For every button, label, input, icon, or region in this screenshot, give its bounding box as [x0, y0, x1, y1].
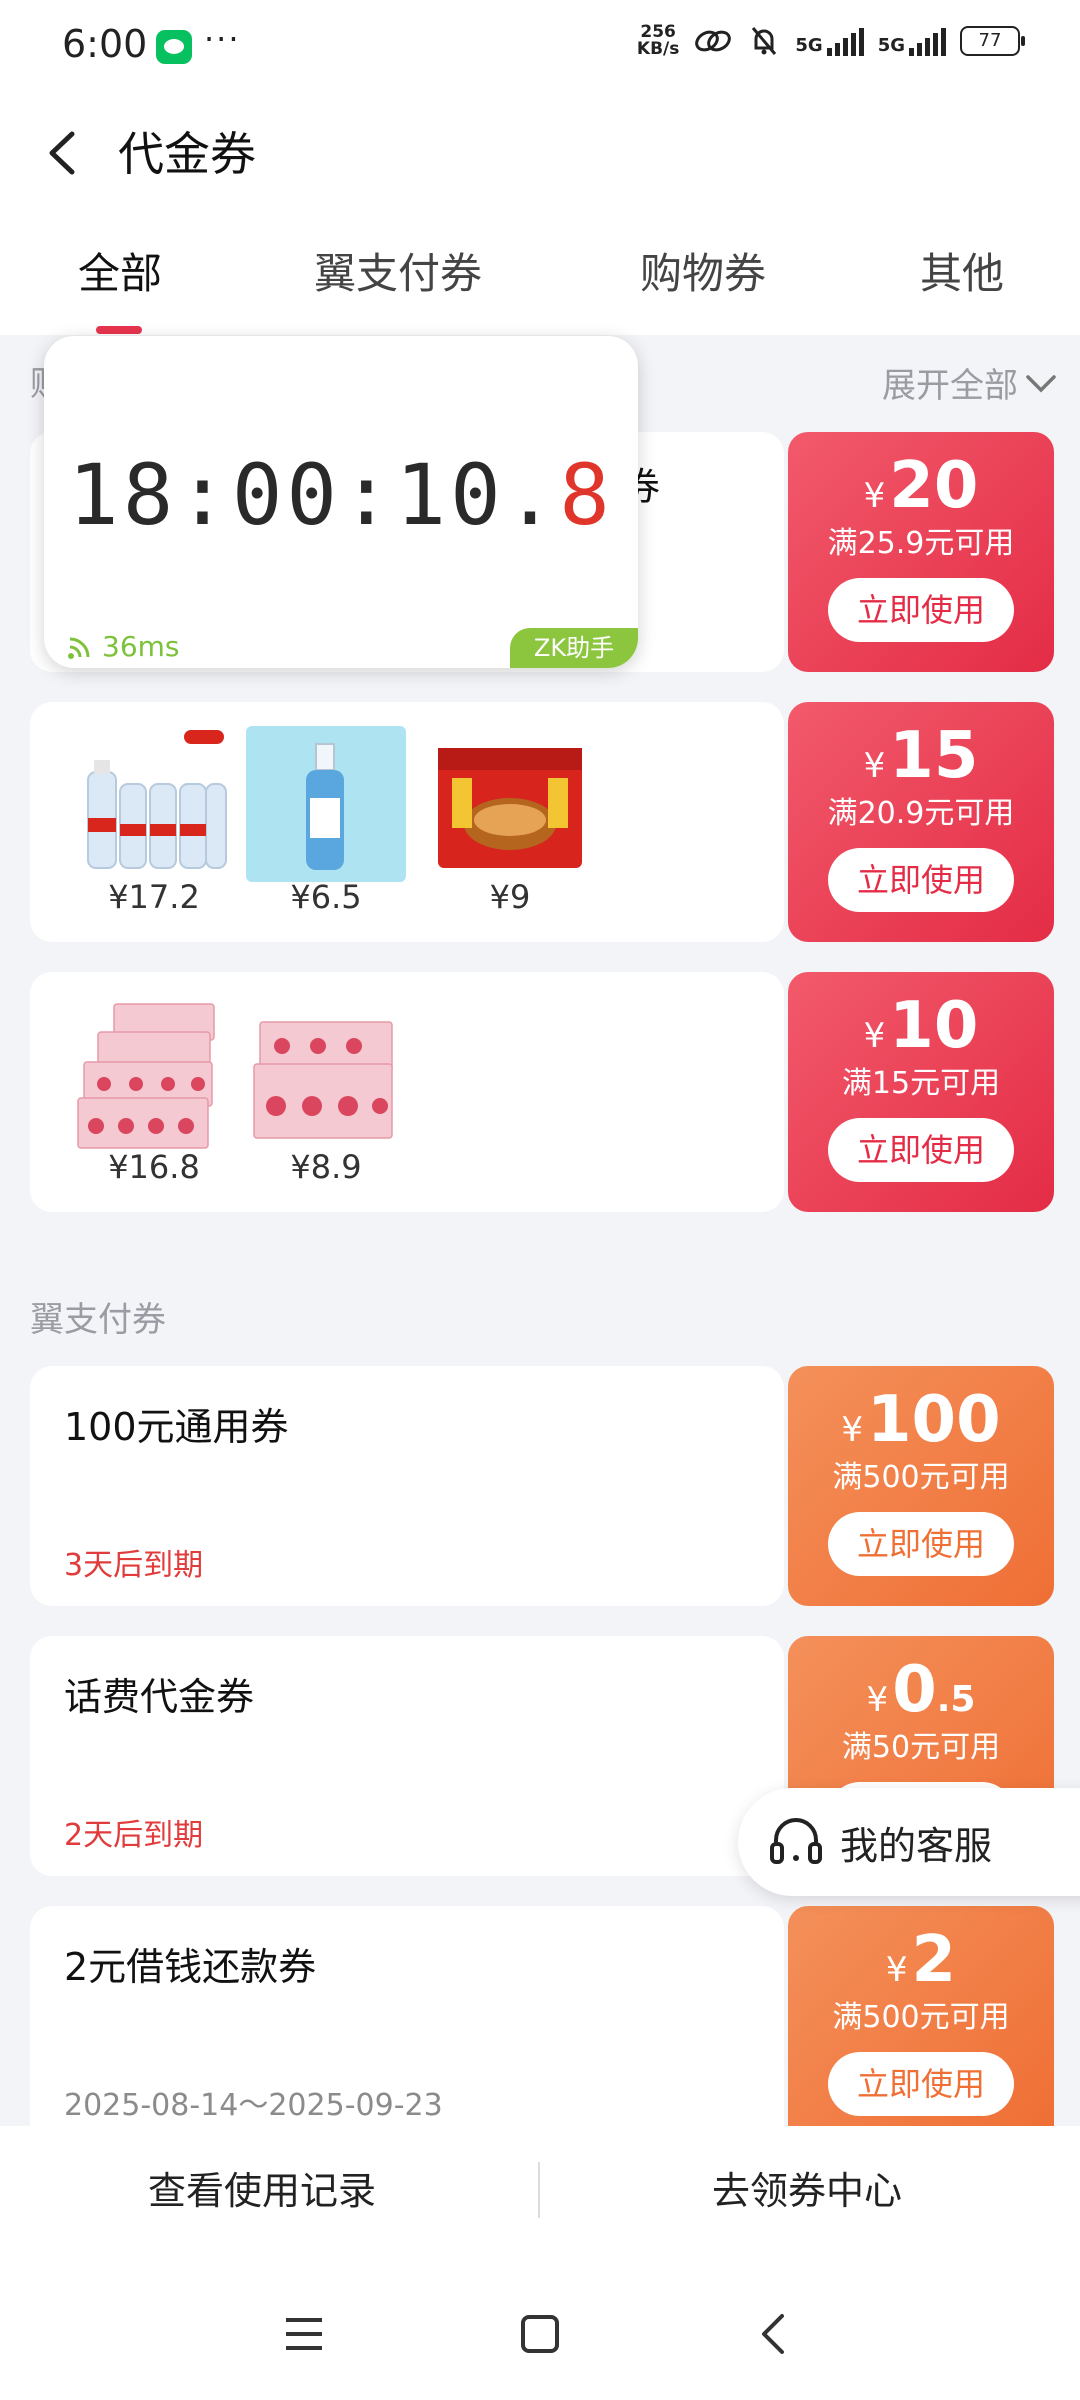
use-now-button[interactable]: 立即使用 [828, 848, 1014, 912]
use-now-button[interactable]: 立即使用 [828, 1512, 1014, 1576]
juice-box-pack-product-image [253, 1021, 393, 1139]
use-now-button[interactable]: 立即使用 [828, 1118, 1014, 1182]
coupon-amount: 10 [889, 989, 979, 1063]
coupon-card-shopping-3[interactable]: ¥16.8 ¥8.9 [30, 972, 784, 1212]
coupon-card-shopping-2[interactable]: ¥17.2 ¥6.5 ¥9 [30, 702, 784, 942]
coupon-expiry: 2天后到期 [64, 1818, 204, 1853]
tab-all[interactable]: 全部 [78, 240, 162, 301]
coupon-value-panel-2: ¥15 满20.9元可用 立即使用 [788, 702, 1054, 942]
coupon-condition: 满25.9元可用 [827, 526, 1015, 561]
wechat-icon [156, 30, 192, 64]
signal-icon-2 [909, 26, 946, 56]
product-price: ¥16.8 [108, 1148, 200, 1186]
menu-nav-icon[interactable] [284, 2316, 324, 2352]
product-price: ¥8.9 [290, 1148, 362, 1186]
timer-overlay[interactable]: 18:00:10.8 36ms ZK助手 [44, 336, 638, 668]
latency-indicator: 36ms [66, 630, 180, 663]
coupon-amount: 20 [889, 449, 979, 523]
coupon-validity-dates: 2025-08-14～2025-09-23 [64, 2088, 443, 2123]
section-label-pay: 翼支付券 [30, 1300, 166, 1340]
coupon-condition: 满15元可用 [841, 1066, 1001, 1101]
chevron-down-icon [1026, 374, 1056, 392]
bottom-divider [538, 2162, 540, 2218]
expand-all-button[interactable]: 展开全部 [882, 358, 1058, 407]
juice-boxes-product-image [77, 1003, 215, 1149]
coupon-amount: 100 [867, 1383, 1001, 1457]
sim2-label: 5G [877, 35, 905, 56]
coupon-value-panel-6: ¥2 满500元可用 立即使用 [788, 1906, 1054, 2126]
customer-service-button[interactable]: 我的客服 [738, 1788, 1080, 1896]
coupon-title: 100元通用券 [64, 1405, 289, 1449]
coupon-condition: 满500元可用 [832, 2000, 1010, 2035]
coupon-value-panel-4: ¥100 满500元可用 立即使用 [788, 1366, 1054, 1606]
coupon-condition: 满50元可用 [841, 1730, 1001, 1765]
coupon-title: 话费代金券 [64, 1675, 255, 1719]
product-price: ¥17.2 [108, 878, 200, 916]
timer-clock: 18:00:10.8 [68, 446, 614, 544]
coupon-amount: 15 [889, 719, 979, 793]
wifi-signal-icon [68, 637, 90, 659]
tab-pay-coupons[interactable]: 翼支付券 [314, 240, 482, 301]
tab-other[interactable]: 其他 [920, 240, 1004, 301]
expand-all-label: 展开全部 [882, 366, 1018, 406]
sim1-label: 5G [795, 35, 823, 56]
coupon-condition: 满500元可用 [832, 1460, 1010, 1495]
use-now-button[interactable]: 立即使用 [828, 578, 1014, 642]
coupon-amount: 0 [892, 1653, 937, 1727]
more-notifications-icon: ··· [204, 20, 241, 58]
instant-noodles-product-image [438, 748, 582, 868]
use-now-button[interactable]: 立即使用 [828, 2052, 1014, 2116]
tab-shopping-coupons[interactable]: 购物券 [640, 240, 766, 301]
page-title: 代金券 [118, 127, 256, 181]
signal-icon [826, 26, 864, 56]
status-icons: 256 KB/s 5G 5G 77 [636, 22, 1025, 59]
coupon-condition: 满20.9元可用 [827, 796, 1015, 831]
net-speed: 256 KB/s [636, 22, 680, 59]
tab-indicator [96, 326, 142, 334]
coupon-value-panel-1: ¥20 满25.9元可用 立即使用 [788, 432, 1054, 672]
headset-icon [770, 1818, 822, 1864]
battery-icon: 77 [960, 26, 1025, 56]
bell-off-icon [752, 27, 777, 55]
coupon-title: 2元借钱还款券 [64, 1945, 317, 1989]
back-arrow-icon[interactable] [42, 128, 82, 178]
customer-service-label: 我的客服 [840, 1823, 993, 1868]
home-nav-icon[interactable] [520, 2314, 560, 2354]
coupon-center-button[interactable]: 去领券中心 [712, 2160, 902, 2215]
status-time: 6:00 [62, 22, 148, 66]
coupon-expiry: 3天后到期 [64, 1548, 204, 1583]
view-usage-records-button[interactable]: 查看使用记录 [148, 2160, 376, 2215]
spray-bottle-product-image [246, 726, 406, 882]
product-price: ¥6.5 [290, 878, 362, 916]
link-icon [695, 30, 732, 52]
back-nav-icon[interactable] [758, 2312, 788, 2356]
water-bottles-product-image [87, 730, 227, 869]
coupon-amount: 2 [911, 1923, 957, 1997]
product-price: ¥9 [489, 878, 531, 916]
coupon-value-panel-3: ¥10 满15元可用 立即使用 [788, 972, 1054, 1212]
zk-helper-badge: ZK助手 [510, 628, 638, 668]
